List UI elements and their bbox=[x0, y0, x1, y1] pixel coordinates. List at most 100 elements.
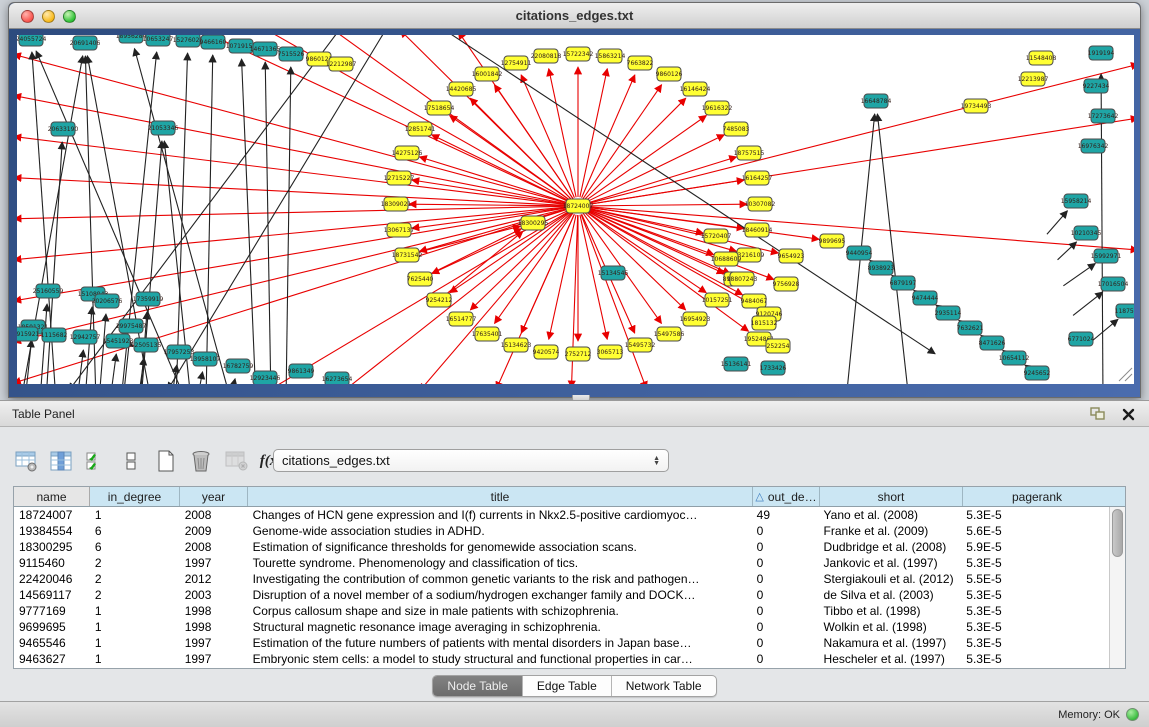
select-columns-button[interactable] bbox=[84, 448, 108, 474]
graph-edge[interactable] bbox=[199, 372, 203, 384]
graph-node[interactable]: 18757515 bbox=[734, 146, 765, 160]
graph-edge[interactable] bbox=[265, 62, 271, 384]
graph-node[interactable]: 2752712 bbox=[565, 347, 592, 361]
graph-node[interactable]: 15451923 bbox=[103, 334, 134, 348]
graph-node[interactable]: 3065713 bbox=[597, 345, 624, 359]
graph-node[interactable]: 17016504 bbox=[1098, 277, 1129, 291]
graph-node[interactable]: 12923446 bbox=[250, 371, 281, 384]
graph-node[interactable]: 19616322 bbox=[702, 101, 733, 115]
graph-node[interactable]: 20691406 bbox=[70, 36, 101, 50]
graph-node[interactable]: 20633190 bbox=[48, 122, 79, 136]
graph-edge[interactable] bbox=[585, 211, 706, 293]
graph-node[interactable]: 16514777 bbox=[446, 312, 477, 326]
graph-node[interactable]: 12851741 bbox=[405, 122, 436, 136]
graph-node[interactable]: 25160559 bbox=[33, 284, 64, 298]
graph-node[interactable]: 18731542 bbox=[392, 248, 423, 262]
graph-edge[interactable] bbox=[582, 75, 635, 198]
graph-edge[interactable] bbox=[69, 35, 341, 384]
graph-node[interactable]: 15722342 bbox=[563, 47, 594, 61]
graph-node[interactable]: 15495732 bbox=[625, 338, 656, 352]
graph-node[interactable]: 7625440 bbox=[407, 272, 434, 286]
graph-edge[interactable] bbox=[47, 142, 63, 384]
graph-node[interactable]: 6879197 bbox=[890, 276, 917, 290]
network-table-selector[interactable]: citations_edges.txt ▲▼ bbox=[273, 449, 669, 472]
column-header-pagerank[interactable]: pagerank bbox=[963, 487, 1111, 506]
graph-node[interactable]: 14275126 bbox=[392, 146, 423, 160]
graph-node[interactable]: 10157251 bbox=[702, 293, 733, 307]
graph-node[interactable]: 9466160 bbox=[200, 35, 227, 49]
table-row[interactable]: 946554611997Estimation of the future num… bbox=[14, 635, 1109, 651]
graph-edge[interactable] bbox=[168, 35, 387, 384]
graph-node[interactable]: 18460914 bbox=[742, 223, 773, 237]
graph-node[interactable]: 13067137 bbox=[384, 223, 415, 237]
graph-edge[interactable] bbox=[419, 157, 569, 203]
delete-table-button-disabled[interactable] bbox=[224, 448, 248, 474]
graph-node[interactable]: 9440954 bbox=[846, 246, 873, 260]
graph-node[interactable]: 1115682 bbox=[41, 328, 68, 342]
graph-node[interactable]: 15136141 bbox=[721, 357, 752, 371]
graph-edge[interactable] bbox=[585, 115, 706, 200]
graph-node[interactable]: 12754911 bbox=[501, 56, 532, 70]
graph-edge[interactable] bbox=[549, 215, 576, 340]
graph-node[interactable]: 1733426 bbox=[760, 361, 787, 375]
graph-node[interactable]: 15958214 bbox=[1061, 194, 1092, 208]
graph-edge[interactable] bbox=[432, 135, 570, 202]
graph-node[interactable]: 16146424 bbox=[680, 82, 711, 96]
scrollbar-thumb[interactable] bbox=[1112, 509, 1123, 557]
graph-edge[interactable] bbox=[584, 98, 685, 199]
graph-edge[interactable] bbox=[41, 304, 47, 384]
graph-node[interactable]: 18309021 bbox=[381, 197, 412, 211]
graph-node[interactable]: 9484067 bbox=[741, 294, 768, 308]
graph-node[interactable]: 9756928 bbox=[773, 277, 800, 291]
graph-node[interactable]: 10210345 bbox=[1071, 226, 1102, 240]
float-panel-icon[interactable] bbox=[1089, 405, 1107, 423]
delete-column-button[interactable] bbox=[189, 448, 213, 474]
graph-node[interactable]: 24055724 bbox=[17, 35, 46, 46]
graph-node[interactable]: 10653247 bbox=[143, 35, 174, 46]
graph-node[interactable]: 20206576 bbox=[92, 294, 123, 308]
column-header-out-degree[interactable]: △ out_de… bbox=[753, 487, 820, 506]
graph-node[interactable]: 9245652 bbox=[1024, 366, 1051, 380]
table-row[interactable]: 2242004622012Investigating the contribut… bbox=[14, 571, 1109, 587]
graph-node[interactable]: 16648784 bbox=[861, 94, 892, 108]
close-panel-icon[interactable] bbox=[1119, 405, 1137, 423]
graph-node[interactable]: 8471626 bbox=[979, 336, 1006, 350]
graph-edge[interactable] bbox=[78, 350, 83, 384]
row-height-button[interactable] bbox=[119, 448, 143, 474]
graph-node[interactable]: 1815132 bbox=[751, 316, 778, 330]
graph-edge[interactable] bbox=[86, 307, 92, 384]
graph-node[interactable]: 9227434 bbox=[1083, 79, 1110, 93]
graph-node[interactable]: 16164257 bbox=[742, 171, 773, 185]
graph-edge[interactable] bbox=[17, 208, 569, 342]
graph-node[interactable]: 17635401 bbox=[472, 327, 503, 341]
graph-node[interactable]: 1919194 bbox=[1088, 46, 1115, 60]
graph-edge[interactable] bbox=[1093, 319, 1118, 340]
graph-node[interactable]: 15720407 bbox=[701, 229, 732, 243]
graph-node[interactable]: 12213987 bbox=[1018, 72, 1049, 86]
column-header-in-degree[interactable]: in_degree bbox=[90, 487, 180, 506]
graph-node[interactable]: 16954923 bbox=[680, 312, 711, 326]
graph-node[interactable]: 18300295 bbox=[518, 216, 549, 230]
window-titlebar[interactable]: citations_edges.txt bbox=[9, 3, 1140, 29]
graph-node[interactable]: 9654923 bbox=[778, 249, 805, 263]
column-header-name[interactable]: name bbox=[14, 487, 90, 506]
graph-edge[interactable] bbox=[176, 53, 187, 384]
graph-node[interactable]: 16976342 bbox=[1078, 139, 1109, 153]
graph-edge[interactable] bbox=[286, 67, 291, 384]
graph-edge[interactable] bbox=[17, 206, 569, 219]
graph-edge[interactable] bbox=[450, 211, 571, 293]
tab-network-table[interactable]: Network Table bbox=[612, 676, 716, 696]
graph-node[interactable]: 12212987 bbox=[326, 57, 357, 71]
graph-node[interactable]: 11548408 bbox=[1026, 51, 1057, 65]
graph-node[interactable]: 9420574 bbox=[533, 345, 560, 359]
graph-node[interactable]: 17359919 bbox=[133, 292, 164, 306]
table-row[interactable]: 1830029562008Estimation of significance … bbox=[14, 539, 1109, 555]
graph-node[interactable]: 18724007 bbox=[563, 199, 594, 213]
graph-edge[interactable] bbox=[17, 137, 569, 205]
graph-node[interactable]: 16273654 bbox=[322, 372, 353, 384]
graph-node[interactable]: 14420685 bbox=[446, 82, 477, 96]
column-header-short[interactable]: short bbox=[820, 487, 963, 506]
graph-node[interactable]: 7663822 bbox=[627, 56, 654, 70]
graph-edge[interactable] bbox=[549, 69, 576, 197]
graph-node[interactable]: 10654112 bbox=[999, 351, 1030, 365]
